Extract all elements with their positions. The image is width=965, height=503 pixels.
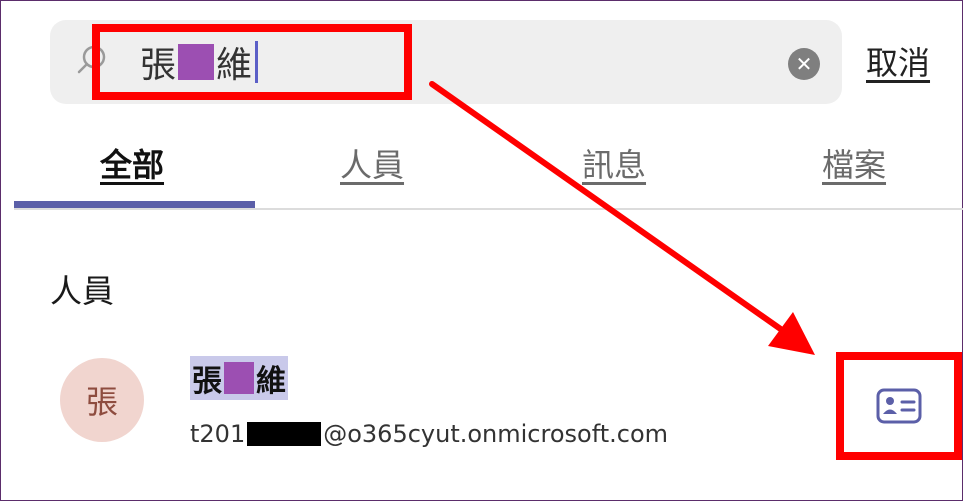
avatar[interactable]: 張: [60, 358, 144, 442]
person-name[interactable]: 張 維: [190, 356, 288, 400]
tab-bar: 全部 人員 訊息 檔案: [14, 128, 963, 210]
tab-all[interactable]: 全部: [100, 140, 164, 186]
tab-people[interactable]: 人員: [340, 140, 404, 186]
clear-icon[interactable]: ✕: [788, 48, 820, 80]
person-email: t201 @o365cyut.onmicrosoft.com: [190, 418, 668, 450]
annotation-box-search: [92, 24, 412, 100]
person-name-part2: 維: [256, 364, 286, 399]
cancel-button[interactable]: 取消: [866, 38, 930, 84]
tab-files[interactable]: 檔案: [822, 140, 886, 186]
section-heading-people: 人員: [50, 272, 115, 310]
tab-messages[interactable]: 訊息: [582, 140, 646, 186]
person-name-part1: 張: [192, 364, 222, 399]
tabs-divider: [14, 208, 963, 210]
email-suffix: @o365cyut.onmicrosoft.com: [323, 420, 669, 448]
email-prefix: t201: [190, 420, 246, 448]
email-redaction: [247, 422, 322, 446]
name-redaction: [224, 362, 254, 394]
annotation-box-card: [836, 352, 962, 460]
